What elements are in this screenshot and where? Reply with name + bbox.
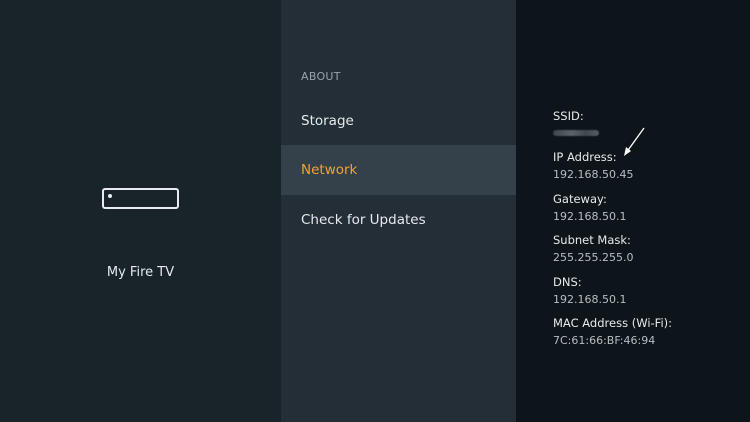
fire-tv-settings-screen: My Fire TV ABOUT Storage Network Check f… <box>0 0 750 422</box>
arrow-pointer-icon <box>624 127 645 156</box>
